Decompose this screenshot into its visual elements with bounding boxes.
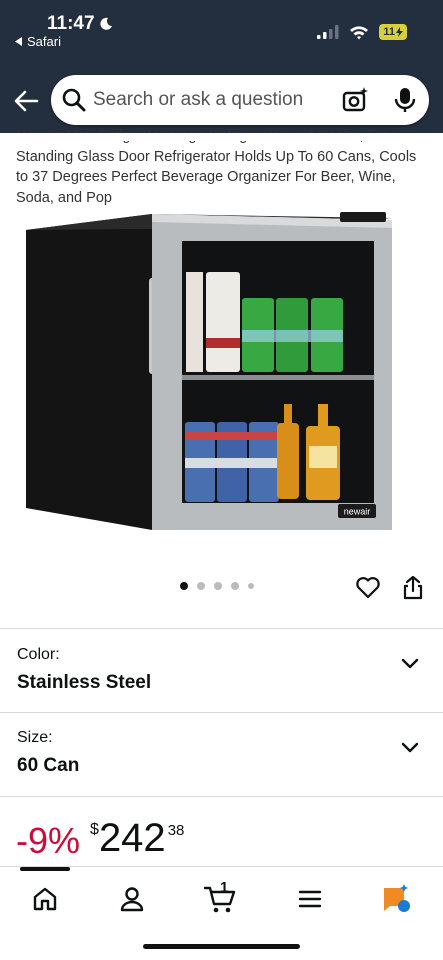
camera-search-icon[interactable] — [341, 86, 369, 114]
search-icon — [62, 88, 86, 112]
product-image[interactable]: newair — [22, 208, 422, 538]
size-value: 60 Can — [17, 755, 80, 776]
menu-icon — [298, 890, 322, 908]
signal-icon — [317, 25, 339, 39]
tab-menu[interactable] — [290, 881, 330, 917]
price-fraction: 38 — [167, 822, 185, 839]
title-mask — [0, 133, 443, 141]
divider — [0, 796, 443, 797]
cart-count: 1 — [220, 879, 229, 896]
color-value: Stainless Steel — [17, 672, 152, 693]
battery-icon: 11 — [379, 24, 407, 40]
tab-account[interactable] — [112, 881, 152, 917]
home-indicator — [143, 944, 300, 949]
divider — [0, 628, 443, 629]
chevron-down-icon[interactable] — [400, 740, 420, 754]
price-block: -9% $ 242 38 — [16, 816, 184, 866]
price-currency: $ — [90, 821, 99, 838]
search-bar[interactable]: Search or ask a question — [51, 75, 429, 125]
tab-rufus[interactable] — [376, 881, 416, 917]
price-whole: 242 — [98, 816, 166, 860]
back-arrow-icon[interactable] — [13, 88, 39, 114]
app-header: 11:47 Safari 11 Search or ask a question — [0, 0, 443, 133]
back-triangle-icon — [15, 37, 22, 46]
wifi-icon — [350, 25, 369, 39]
charging-icon — [396, 27, 403, 37]
back-to-app[interactable]: Safari — [15, 34, 61, 49]
status-time: 11:47 — [47, 13, 113, 35]
carousel-dot[interactable] — [231, 582, 239, 590]
active-tab-indicator — [20, 867, 70, 871]
microphone-icon[interactable] — [394, 86, 416, 114]
moon-icon — [99, 17, 112, 30]
carousel-dot[interactable] — [180, 582, 188, 590]
home-icon — [33, 887, 57, 911]
image-carousel-dots[interactable] — [180, 582, 254, 590]
rufus-icon — [384, 884, 410, 912]
status-bar: 11:47 Safari 11 — [0, 0, 443, 60]
chevron-down-icon[interactable] — [400, 656, 420, 670]
search-input[interactable]: Search or ask a question — [93, 89, 303, 111]
tab-cart[interactable]: 1 — [200, 879, 240, 917]
carousel-dot[interactable] — [197, 582, 205, 590]
status-indicators: 11 — [317, 24, 407, 40]
size-label: Size: — [17, 729, 53, 746]
color-label: Color: — [17, 646, 60, 663]
share-icon[interactable] — [402, 575, 424, 601]
account-icon — [120, 887, 144, 912]
divider — [0, 712, 443, 713]
discount-percent: -9% — [16, 820, 81, 861]
brand-badge: newair — [344, 507, 371, 517]
heart-icon[interactable] — [355, 576, 381, 600]
tab-home[interactable] — [25, 881, 65, 917]
carousel-dot[interactable] — [248, 583, 254, 589]
carousel-dot[interactable] — [214, 582, 222, 590]
